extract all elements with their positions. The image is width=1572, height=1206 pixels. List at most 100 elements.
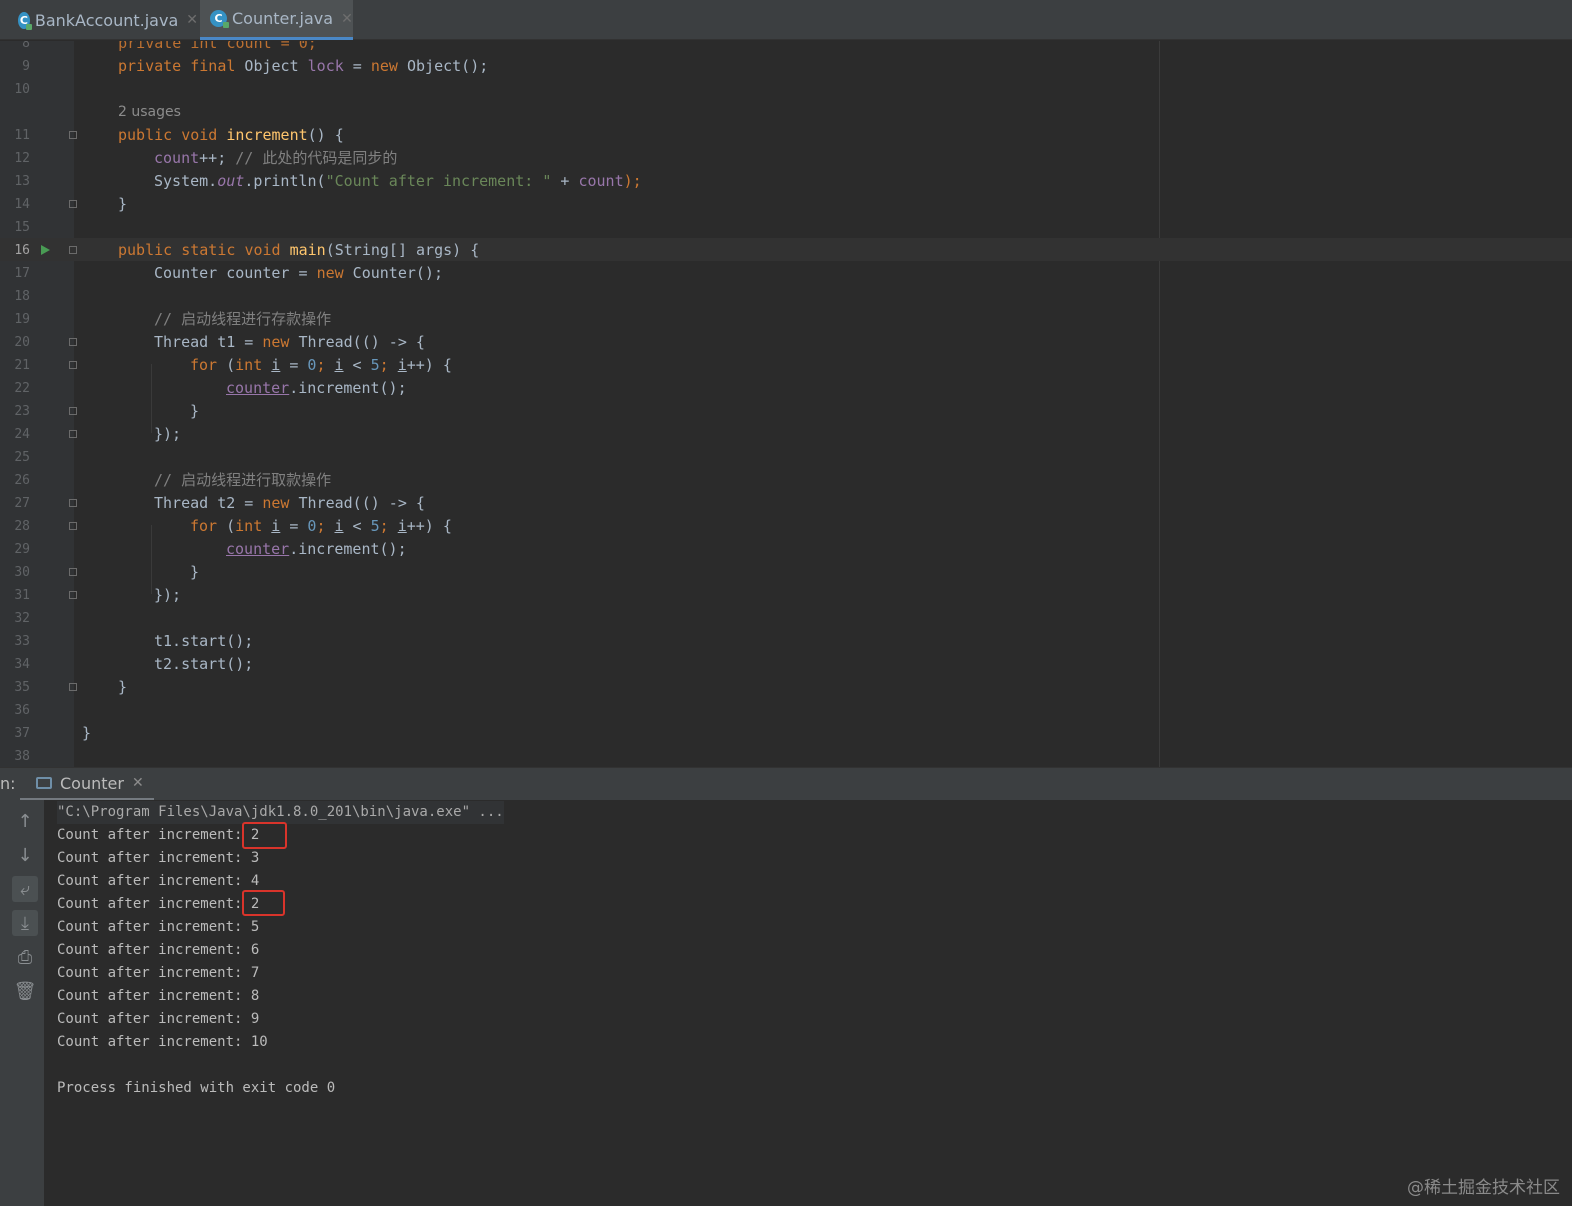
code-line-19: // 启动线程进行存款操作 — [154, 310, 332, 328]
trash-icon[interactable]: 🗑 — [12, 978, 38, 1004]
code-line-13: System.out.println("Count after incremen… — [154, 172, 642, 190]
editor-tab-bar: C BankAccount.java ✕ C Counter.java ✕ — [0, 0, 1572, 40]
console-line: Count after increment: 3 — [57, 850, 260, 866]
line-number: 14 — [14, 197, 30, 212]
console-output[interactable]: "C:\Program Files\Java\jdk1.8.0_201\bin\… — [44, 800, 1572, 1206]
line-number: 23 — [14, 404, 30, 419]
run-panel-header: n: Counter ✕ — [0, 767, 1572, 801]
java-class-icon: C — [210, 10, 229, 28]
line-number: 25 — [14, 450, 30, 465]
code-line-28: for (int i = 0; i < 5; i++) { — [190, 517, 452, 535]
fold-icon[interactable] — [69, 361, 77, 369]
console-line: Count after increment: 8 — [57, 988, 260, 1004]
code-line-14: } — [118, 195, 128, 213]
line-number: 12 — [14, 151, 30, 166]
soft-wrap-icon[interactable]: ⤶ — [12, 876, 38, 902]
code-editor[interactable]: 8 9 10 11 12 13 14 15 16 17 18 19 20 21 … — [0, 41, 1572, 767]
line-number: 30 — [14, 565, 30, 580]
console-exit-line: Process finished with exit code 0 — [57, 1080, 336, 1096]
code-line-27: Thread t2 = new Thread(() -> { — [154, 494, 425, 512]
console-line: Count after increment: 10 — [57, 1034, 268, 1050]
code-line-9: private final Object lock = new Object()… — [118, 57, 489, 75]
line-number: 9 — [22, 59, 30, 74]
code-line-35: } — [118, 678, 128, 696]
line-number: 33 — [14, 634, 30, 649]
line-number: 31 — [14, 588, 30, 603]
console-line: Count after increment: 5 — [57, 919, 260, 935]
line-number: 26 — [14, 473, 30, 488]
scroll-to-end-icon[interactable]: ⤓ — [12, 910, 38, 936]
tab-label: BankAccount.java — [34, 10, 179, 30]
console-line: Count after increment: 9 — [57, 1011, 260, 1027]
line-number: 35 — [14, 680, 30, 695]
code-line-29: counter.increment(); — [226, 540, 407, 558]
console-line: Count after increment: 2 — [57, 896, 260, 912]
fold-icon[interactable] — [69, 246, 77, 254]
line-number: 22 — [14, 381, 30, 396]
arrow-down-icon[interactable]: ↓ — [12, 842, 38, 868]
run-tab-counter[interactable]: Counter ✕ — [20, 768, 154, 801]
line-number: 15 — [14, 220, 30, 235]
code-line-21: for (int i = 0; i < 5; i++) { — [190, 356, 452, 374]
line-number: 21 — [14, 358, 30, 373]
close-icon[interactable]: ✕ — [341, 11, 353, 27]
fold-icon[interactable] — [69, 200, 77, 208]
line-number: 32 — [14, 611, 30, 626]
run-toolbar: ↑ ↓ ⤶ ⤓ ⎙ 🗑 — [0, 800, 44, 1206]
code-line-11: public void increment() { — [118, 126, 344, 144]
line-number: 37 — [14, 726, 30, 741]
highlight-box — [242, 890, 285, 916]
line-number: 34 — [14, 657, 30, 672]
tab-counter[interactable]: C Counter.java ✕ — [200, 0, 353, 40]
fold-icon[interactable] — [69, 430, 77, 438]
java-class-icon: C — [18, 11, 32, 30]
fold-icon[interactable] — [69, 683, 77, 691]
code-line-37: } — [82, 724, 92, 742]
line-number: 29 — [14, 542, 30, 557]
code-line-17: Counter counter = new Counter(); — [154, 264, 443, 282]
arrow-up-icon[interactable]: ↑ — [12, 808, 38, 834]
line-number: 19 — [14, 312, 30, 327]
tab-bankaccount[interactable]: C BankAccount.java ✕ — [8, 0, 198, 40]
line-number: 24 — [14, 427, 30, 442]
line-number: 11 — [14, 128, 30, 143]
usages-hint[interactable]: 2 usages — [118, 101, 181, 124]
run-icon[interactable] — [41, 245, 50, 255]
fold-icon[interactable] — [69, 407, 77, 415]
close-icon[interactable]: ✕ — [132, 775, 144, 791]
console-icon — [36, 777, 52, 789]
fold-icon[interactable] — [69, 568, 77, 576]
run-panel-label: n: — [0, 774, 16, 793]
line-number: 38 — [14, 749, 30, 764]
console-command-line: "C:\Program Files\Java\jdk1.8.0_201\bin\… — [57, 801, 504, 824]
code-line-22: counter.increment(); — [226, 379, 407, 397]
line-number: 16 — [14, 243, 30, 258]
code-line-12: count++; // 此处的代码是同步的 — [154, 149, 398, 167]
line-number: 8 — [22, 41, 30, 51]
line-number: 17 — [14, 266, 30, 281]
fold-icon[interactable] — [69, 522, 77, 530]
line-number: 36 — [14, 703, 30, 718]
line-number: 27 — [14, 496, 30, 511]
code-line-24: }); — [154, 425, 182, 443]
fold-icon[interactable] — [69, 338, 77, 346]
watermark: @稀土掘金技术社区 — [1407, 1178, 1560, 1198]
fold-icon[interactable] — [69, 499, 77, 507]
console-line: Count after increment: 2 — [57, 827, 260, 843]
tab-label: Counter.java — [232, 9, 334, 28]
line-number: 28 — [14, 519, 30, 534]
fold-icon[interactable] — [69, 591, 77, 599]
code-line-26: // 启动线程进行取款操作 — [154, 471, 332, 489]
code-line-31: }); — [154, 586, 182, 604]
code-line-20: Thread t1 = new Thread(() -> { — [154, 333, 425, 351]
console-line: Count after increment: 7 — [57, 965, 260, 981]
line-number: 20 — [14, 335, 30, 350]
fold-icon[interactable] — [69, 131, 77, 139]
run-tab-label: Counter — [60, 773, 124, 793]
close-icon[interactable]: ✕ — [186, 12, 198, 28]
code-line-34: t2.start(); — [154, 655, 254, 673]
code-line-8: private int count = 0; — [82, 41, 317, 52]
code-line-16: public static void main(String[] args) { — [118, 241, 480, 259]
code-line-30: } — [190, 563, 200, 581]
print-icon[interactable]: ⎙ — [12, 944, 38, 970]
